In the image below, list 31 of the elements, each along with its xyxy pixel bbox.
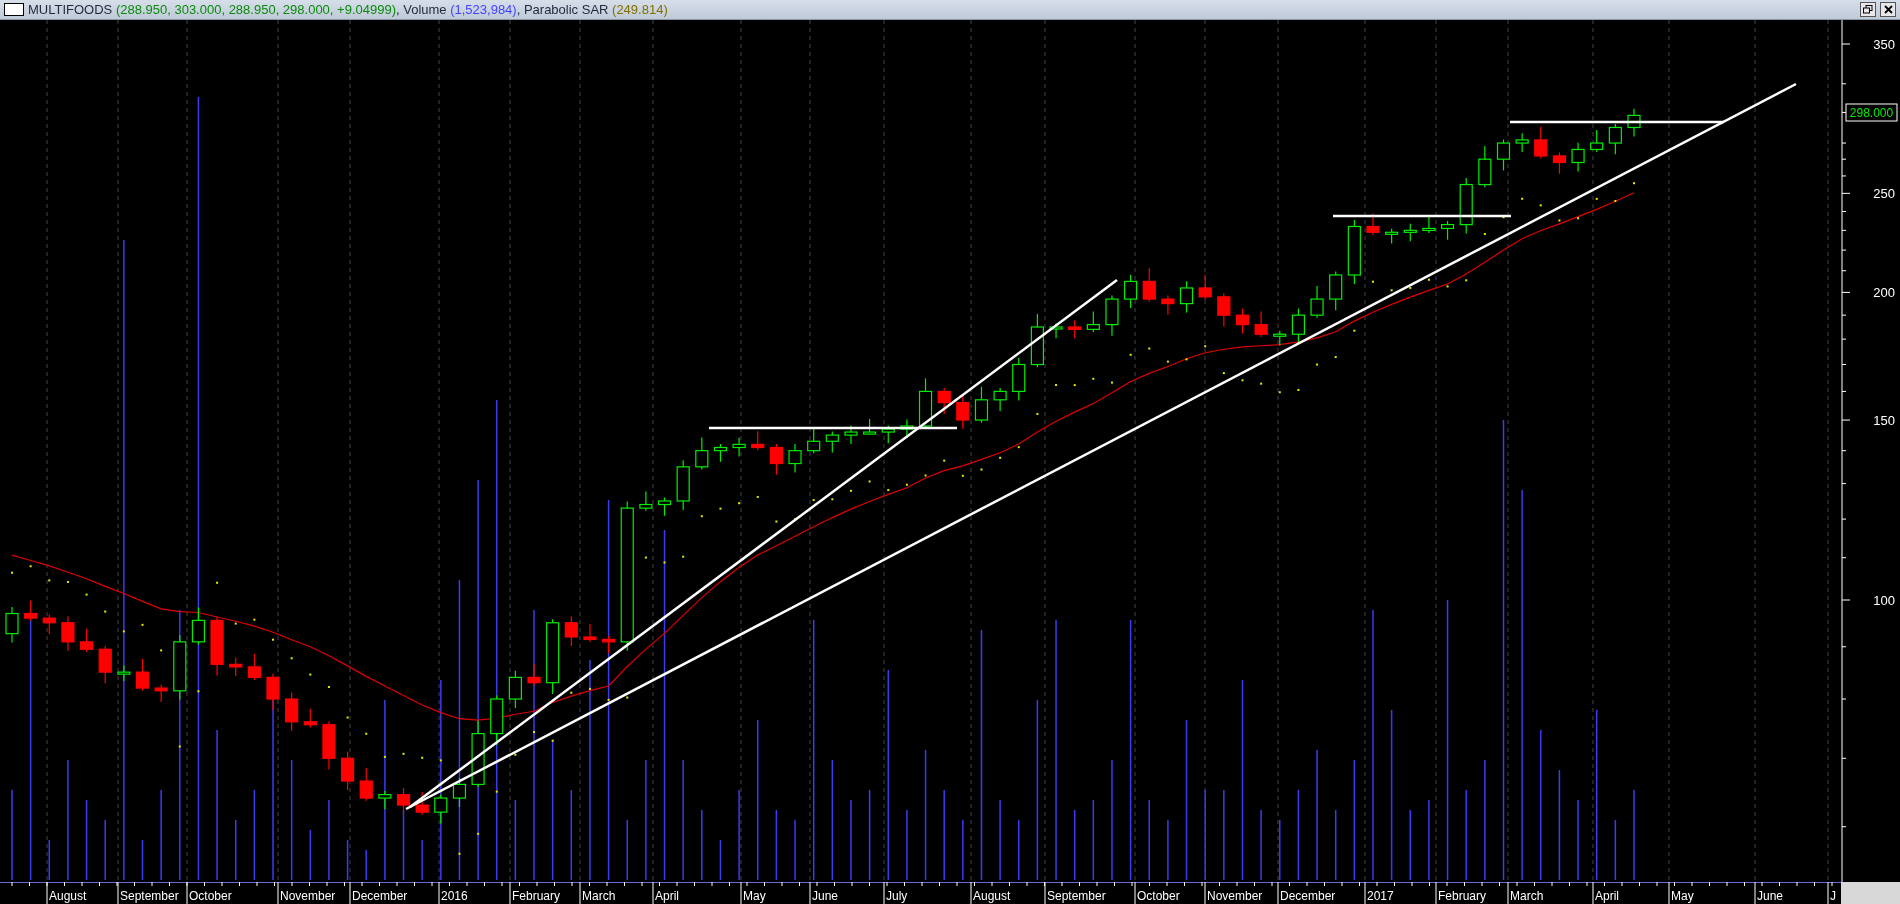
month-label: 2016	[441, 889, 468, 903]
month-label: May	[743, 889, 766, 903]
axis-label: 100	[1873, 593, 1895, 608]
axis-label: 150	[1873, 413, 1895, 429]
month-label: June	[1757, 889, 1784, 903]
month-label: August	[973, 889, 1011, 903]
month-label: April	[1595, 889, 1619, 903]
axis-label: 350	[1873, 37, 1895, 52]
month-label: March	[582, 889, 616, 903]
month-label: 2017	[1367, 889, 1394, 903]
month-label: October	[189, 889, 232, 903]
month-label: June	[812, 889, 839, 903]
month-label: September	[120, 889, 179, 903]
month-label: October	[1137, 889, 1180, 903]
month-label: April	[655, 889, 679, 903]
month-label: August	[49, 889, 87, 903]
month-label: February	[1438, 889, 1487, 903]
month-label: February	[512, 889, 561, 903]
last-price-tag: 298.000	[1845, 103, 1898, 122]
axis-label: 250	[1873, 186, 1895, 202]
month-label: September	[1047, 889, 1106, 903]
axis-label: 200	[1873, 285, 1895, 301]
month-label: J	[1830, 889, 1836, 903]
chart-title: MULTIFOODS (288.950, 303.000, 288.950, 298.000, +9.04999), Volume (1,523,984), Parabolic SAR (249.814)	[28, 2, 669, 17]
month-label: December	[352, 889, 408, 903]
month-label: July	[886, 889, 908, 903]
month-label: November	[280, 889, 336, 903]
month-label: March	[1510, 889, 1544, 903]
month-label: November	[1207, 889, 1263, 903]
month-label: December	[1280, 889, 1336, 903]
month-label: May	[1671, 889, 1694, 903]
